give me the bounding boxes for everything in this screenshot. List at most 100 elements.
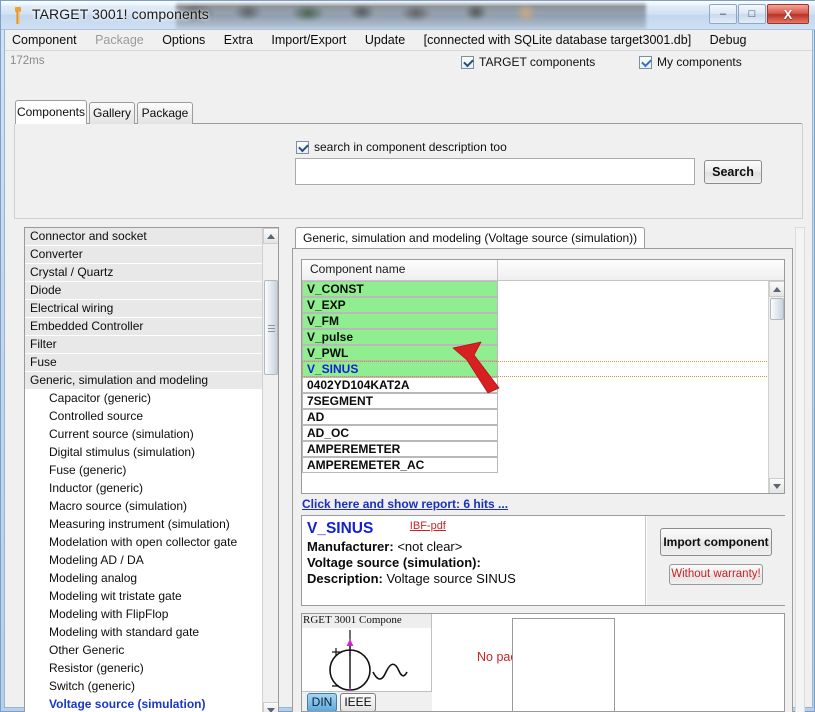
component-row[interactable]: V_FM [302, 313, 769, 329]
my-components-checkbox[interactable]: My components [639, 55, 742, 69]
tree-node[interactable]: Modeling AD / DA [25, 552, 263, 570]
without-warranty-button[interactable]: Without warranty! [669, 564, 763, 585]
target-components-label: TARGET components [479, 55, 596, 69]
component-row[interactable]: V_PWL [302, 345, 769, 361]
component-row[interactable]: AMPEREMETER [302, 441, 769, 457]
tree-node-label: Resistor (generic) [49, 661, 144, 675]
component-row[interactable]: V_EXP [302, 297, 769, 313]
tree-node[interactable]: Electrical wiring [25, 300, 263, 318]
tree-node-label: Diode [30, 283, 62, 297]
component-row[interactable]: 0402YD104KAT2A [302, 377, 769, 393]
column-header-component-name[interactable]: Component name [302, 260, 498, 280]
tree-node[interactable]: Voltage source (simulation) [25, 696, 263, 712]
menu-debug[interactable]: Debug [703, 30, 754, 50]
tree-node-label: Controlled source [49, 409, 144, 423]
maximize-button[interactable]: □ [738, 4, 766, 24]
scroll-up-button[interactable] [769, 281, 784, 297]
tree-node-label: Filter [30, 337, 57, 351]
tree-node[interactable]: Digital stimulus (simulation) [25, 444, 263, 462]
panel-outer-scrollbar[interactable] [795, 227, 805, 712]
tab-components[interactable]: Components [15, 100, 87, 124]
tree-node[interactable]: Embedded Controller [25, 318, 263, 336]
results-tab-active[interactable]: Generic, simulation and modeling (Voltag… [295, 227, 646, 248]
component-row[interactable]: AD [302, 409, 769, 425]
component-row-blank-cell [498, 329, 769, 345]
component-row-name: AD_OC [302, 425, 498, 441]
tree-node[interactable]: Inductor (generic) [25, 480, 263, 498]
component-row[interactable]: 7SEGMENT [302, 393, 769, 409]
din-button[interactable]: DIN [307, 693, 337, 711]
tree-node[interactable]: Generic, simulation and modeling [25, 372, 263, 390]
menu-database-status[interactable]: [connected with SQLite database target30… [417, 30, 699, 50]
search-button[interactable]: Search [704, 160, 762, 184]
scroll-down-button[interactable] [263, 702, 278, 712]
menu-extra[interactable]: Extra [217, 30, 260, 50]
tree-node[interactable]: Fuse (generic) [25, 462, 263, 480]
ibf-pdf-link[interactable]: IBF-pdf [410, 520, 446, 532]
tab-gallery[interactable]: Gallery [89, 102, 135, 124]
package-preview-box[interactable] [512, 618, 615, 711]
component-row[interactable]: V_CONST [302, 281, 769, 297]
component-row[interactable]: AD_OC [302, 425, 769, 441]
menu-update[interactable]: Update [358, 30, 412, 50]
category-tree[interactable]: Connector and socket Converter Crystal / Q… [24, 227, 279, 712]
component-row-name: V_SINUS [302, 361, 498, 377]
component-list-scrollbar[interactable] [768, 281, 784, 493]
tree-node[interactable]: Modeling with standard gate [25, 624, 263, 642]
tree-node[interactable]: Connector and socket [25, 228, 263, 246]
component-row-blank-cell [498, 393, 769, 409]
ieee-button[interactable]: IEEE [340, 693, 376, 711]
tree-node[interactable]: Filter [25, 336, 263, 354]
component-list[interactable]: Component name V_CONST V_EXP V_FM V_pulse V_… [301, 259, 785, 494]
tree-node[interactable]: Modeling analog [25, 570, 263, 588]
close-button[interactable]: X [767, 4, 809, 24]
tree-node[interactable]: Resistor (generic) [25, 660, 263, 678]
minimize-button[interactable]: – [709, 4, 737, 24]
scroll-down-button[interactable] [769, 478, 784, 493]
tree-node[interactable]: Modeling with FlipFlop [25, 606, 263, 624]
show-report-link[interactable]: Click here and show report: 6 hits ... [302, 497, 508, 511]
checkbox-icon [639, 55, 652, 69]
tree-vertical-scrollbar[interactable] [262, 228, 278, 712]
import-component-button[interactable]: Import component [660, 528, 772, 556]
search-description-checkbox[interactable]: search in component description too [296, 140, 507, 154]
tree-node-label: Generic, simulation and modeling [30, 373, 209, 387]
tree-node[interactable]: Capacitor (generic) [25, 390, 263, 408]
scroll-up-button[interactable] [263, 228, 278, 244]
menu-options[interactable]: Options [155, 30, 212, 50]
menu-component[interactable]: Component [5, 30, 84, 50]
tree-node[interactable]: Crystal / Quartz [25, 264, 263, 282]
component-row[interactable]: V_pulse [302, 329, 769, 345]
tree-node[interactable]: Other Generic [25, 642, 263, 660]
tree-node[interactable]: Converter [25, 246, 263, 264]
tree-node[interactable]: Switch (generic) [25, 678, 263, 696]
results-panel: Generic, simulation and modeling (Voltag… [292, 227, 793, 712]
scroll-thumb[interactable] [770, 298, 784, 320]
symbol-canvas[interactable]: RGET 3001 Compone [302, 614, 432, 692]
tree-node-label: Voltage source (simulation) [49, 697, 206, 711]
tree-node[interactable]: Macro source (simulation) [25, 498, 263, 516]
tree-node[interactable]: Fuse [25, 354, 263, 372]
tree-node[interactable]: Measuring instrument (simulation) [25, 516, 263, 534]
search-input[interactable] [295, 158, 695, 185]
component-row[interactable]: V_SINUS [302, 361, 769, 377]
component-row[interactable]: AMPEREMETER_AC [302, 457, 769, 473]
target-components-checkbox[interactable]: TARGET components [461, 55, 595, 69]
scroll-thumb[interactable] [264, 280, 278, 375]
component-list-header: Component name [302, 260, 784, 281]
tree-node[interactable]: Diode [25, 282, 263, 300]
tree-node-label: Measuring instrument (simulation) [49, 517, 230, 531]
tree-node[interactable]: Current source (simulation) [25, 426, 263, 444]
tree-node[interactable]: Modeling wit tristate gate [25, 588, 263, 606]
tree-node[interactable]: Controlled source [25, 408, 263, 426]
detail-description-value: Voltage source SINUS [386, 571, 516, 586]
component-row-blank-cell [498, 345, 769, 361]
menu-bar: Component Package Options Extra Import/E… [5, 30, 812, 51]
detail-component-name: V_SINUS [307, 520, 374, 537]
column-header-blank[interactable] [498, 260, 784, 280]
tab-package[interactable]: Package [137, 102, 193, 124]
menu-import-export[interactable]: Import/Export [264, 30, 353, 50]
tree-node[interactable]: Modelation with open collector gate [25, 534, 263, 552]
tree-node-label: Converter [30, 247, 83, 261]
component-row-blank-cell [498, 457, 769, 473]
